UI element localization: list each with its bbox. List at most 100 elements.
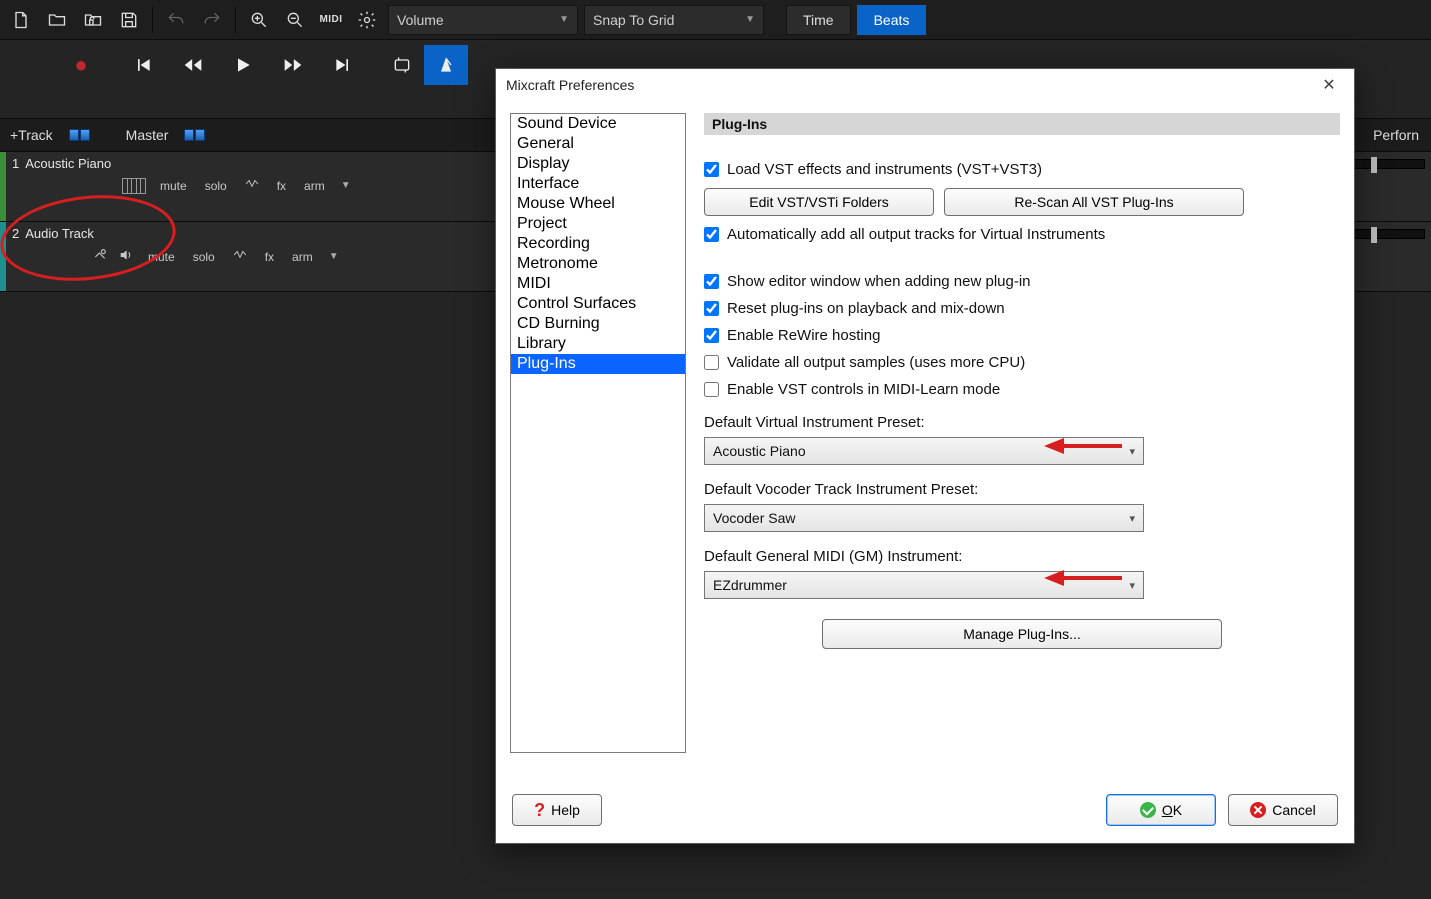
zoom-in-icon[interactable]: [244, 5, 274, 35]
load-vst-label: Load VST effects and instruments (VST+VS…: [727, 161, 1042, 178]
close-button[interactable]: ✕: [1314, 75, 1344, 95]
help-button-label: Help: [551, 802, 580, 818]
mute-button[interactable]: mute: [144, 249, 179, 265]
show-editor-row[interactable]: Show editor window when adding new plug-…: [704, 273, 1340, 290]
load-vst-checkbox-row[interactable]: Load VST effects and instruments (VST+VS…: [704, 161, 1340, 178]
default-vocoder-select[interactable]: Vocoder Saw ▾: [704, 504, 1144, 532]
nav-midi[interactable]: MIDI: [511, 274, 685, 294]
enable-rewire-checkbox[interactable]: [704, 328, 719, 343]
validate-samples-label: Validate all output samples (uses more C…: [727, 354, 1025, 371]
rewind-button[interactable]: [168, 45, 218, 85]
cancel-x-icon: [1250, 802, 1266, 818]
arm-button[interactable]: arm: [288, 249, 317, 265]
skip-start-button[interactable]: [118, 45, 168, 85]
nav-plugins[interactable]: Plug-Ins: [511, 354, 685, 374]
rescan-vst-button[interactable]: Re-Scan All VST Plug-Ins: [944, 188, 1244, 216]
help-button[interactable]: ? Help: [512, 794, 602, 826]
nav-recording[interactable]: Recording: [511, 234, 685, 254]
auto-add-outputs-row[interactable]: Automatically add all output tracks for …: [704, 226, 1340, 243]
time-toggle-label: Time: [803, 12, 834, 28]
open-folder-icon[interactable]: [42, 5, 72, 35]
save-icon[interactable]: [114, 5, 144, 35]
validate-samples-checkbox[interactable]: [704, 355, 719, 370]
cancel-button[interactable]: Cancel: [1228, 794, 1338, 826]
nav-mouse-wheel[interactable]: Mouse Wheel: [511, 194, 685, 214]
default-vi-label: Default Virtual Instrument Preset:: [704, 414, 1340, 431]
midi-icon[interactable]: MIDI: [316, 5, 346, 35]
mute-button[interactable]: mute: [156, 178, 191, 194]
validate-samples-row[interactable]: Validate all output samples (uses more C…: [704, 354, 1340, 371]
undo-icon[interactable]: [161, 5, 191, 35]
record-button[interactable]: ●: [56, 45, 106, 85]
volume-dropdown-label: Volume: [397, 12, 444, 28]
fast-forward-button[interactable]: [268, 45, 318, 85]
automation-icon[interactable]: [229, 248, 251, 265]
fx-button[interactable]: fx: [273, 178, 290, 194]
track-name: Audio Track: [25, 226, 94, 241]
track-number: 1: [12, 156, 19, 171]
volume-dropdown[interactable]: Volume ▼: [388, 5, 578, 35]
dialog-footer: ? Help OOKK Cancel: [496, 787, 1354, 843]
nav-interface[interactable]: Interface: [511, 174, 685, 194]
track-number: 2: [12, 226, 19, 241]
nav-sound-device[interactable]: Sound Device: [511, 114, 685, 134]
nav-library[interactable]: Library: [511, 334, 685, 354]
solo-button[interactable]: solo: [189, 249, 219, 265]
speaker-icon[interactable]: [118, 247, 134, 266]
piano-keyboard-icon[interactable]: [122, 178, 146, 194]
loop-button[interactable]: [380, 45, 424, 85]
perform-label[interactable]: Perforn: [1373, 127, 1419, 143]
reset-plugins-checkbox[interactable]: [704, 301, 719, 316]
settings-gear-icon[interactable]: [352, 5, 382, 35]
enable-rewire-row[interactable]: Enable ReWire hosting: [704, 327, 1340, 344]
nav-project[interactable]: Project: [511, 214, 685, 234]
section-header: Plug-Ins: [704, 113, 1340, 135]
show-editor-label: Show editor window when adding new plug-…: [727, 273, 1031, 290]
vst-midi-learn-checkbox[interactable]: [704, 382, 719, 397]
nav-cd-burning[interactable]: CD Burning: [511, 314, 685, 334]
arm-button[interactable]: arm: [300, 178, 329, 194]
chevron-down-icon: ▾: [1129, 445, 1135, 458]
vst-midi-learn-row[interactable]: Enable VST controls in MIDI-Learn mode: [704, 381, 1340, 398]
ok-button[interactable]: OOKK: [1106, 794, 1216, 826]
fx-button[interactable]: fx: [261, 249, 278, 265]
vst-midi-learn-label: Enable VST controls in MIDI-Learn mode: [727, 381, 1000, 398]
snap-dropdown[interactable]: Snap To Grid ▼: [584, 5, 764, 35]
reset-plugins-row[interactable]: Reset plug-ins on playback and mix-down: [704, 300, 1340, 317]
play-button[interactable]: [218, 45, 268, 85]
auto-add-outputs-checkbox[interactable]: [704, 227, 719, 242]
default-gm-value: EZdrummer: [713, 577, 787, 593]
chevron-down-icon[interactable]: ▼: [329, 251, 339, 262]
default-gm-select[interactable]: EZdrummer ▾: [704, 571, 1144, 599]
ok-button-label: OOKK: [1162, 802, 1182, 818]
nav-control-surfaces[interactable]: Control Surfaces: [511, 294, 685, 314]
chevron-down-icon[interactable]: ▼: [341, 180, 351, 191]
chevron-down-icon: ▾: [1129, 579, 1135, 592]
new-file-icon[interactable]: [6, 5, 36, 35]
show-editor-checkbox[interactable]: [704, 274, 719, 289]
default-gm-label: Default General MIDI (GM) Instrument:: [704, 548, 1340, 565]
automation-icon[interactable]: [241, 177, 263, 194]
redo-icon[interactable]: [197, 5, 227, 35]
master-button[interactable]: Master: [126, 127, 169, 143]
skip-end-button[interactable]: [318, 45, 368, 85]
default-vi-select[interactable]: Acoustic Piano ▾: [704, 437, 1144, 465]
nav-metronome[interactable]: Metronome: [511, 254, 685, 274]
nav-general[interactable]: General: [511, 134, 685, 154]
edit-vst-folders-button[interactable]: Edit VST/VSTi Folders: [704, 188, 934, 216]
default-vocoder-label: Default Vocoder Track Instrument Preset:: [704, 481, 1340, 498]
manage-plugins-button[interactable]: Manage Plug-Ins...: [822, 619, 1222, 649]
load-vst-checkbox[interactable]: [704, 162, 719, 177]
nav-display[interactable]: Display: [511, 154, 685, 174]
open-project-icon[interactable]: [78, 5, 108, 35]
add-track-button[interactable]: +Track: [10, 127, 53, 143]
mic-icon[interactable]: [92, 247, 108, 266]
time-toggle[interactable]: Time: [786, 5, 851, 35]
prefs-nav-list[interactable]: Sound Device General Display Interface M…: [510, 113, 686, 753]
preferences-dialog: Mixcraft Preferences ✕ Sound Device Gene…: [495, 68, 1355, 844]
metronome-button[interactable]: [424, 45, 468, 85]
beats-toggle[interactable]: Beats: [857, 5, 927, 35]
zoom-out-icon[interactable]: [280, 5, 310, 35]
solo-button[interactable]: solo: [201, 178, 231, 194]
toolbar-separator: [235, 7, 236, 33]
